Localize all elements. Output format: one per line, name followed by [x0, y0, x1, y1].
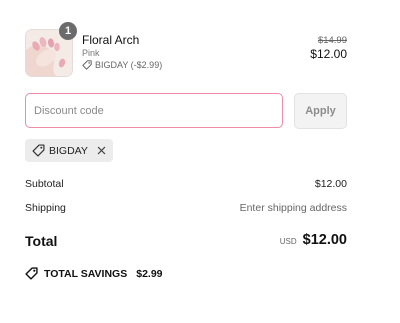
- shipping-label: Shipping: [25, 202, 66, 214]
- total-price: USD $12.00: [280, 232, 347, 248]
- shipping-value: Enter shipping address: [239, 202, 347, 214]
- subtotal-value: $12.00: [314, 178, 347, 190]
- subtotal-label: Subtotal: [25, 178, 64, 190]
- applied-discount-chip: BIGDAY: [25, 139, 113, 162]
- product-name: Floral Arch: [82, 33, 140, 47]
- total-label: Total: [25, 233, 58, 249]
- product-price: $12.00: [310, 47, 347, 61]
- product-variant: Pink: [82, 48, 100, 58]
- close-icon[interactable]: [97, 146, 106, 155]
- tag-icon: [25, 267, 38, 280]
- total-amount: $12.00: [302, 232, 347, 248]
- applied-code-label: BIGDAY: [49, 144, 88, 157]
- tag-icon: [82, 60, 92, 70]
- savings-label: TOTAL SAVINGS: [44, 267, 128, 280]
- product-discount: BIGDAY (-$2.99): [82, 60, 162, 70]
- total-savings: TOTAL SAVINGS $2.99: [25, 267, 163, 280]
- apply-button[interactable]: Apply: [294, 93, 347, 129]
- total-currency: USD: [279, 237, 297, 246]
- product-original-price: $14.99: [317, 35, 347, 46]
- savings-amount: $2.99: [136, 267, 163, 280]
- tag-icon: [32, 144, 45, 157]
- discount-code-input[interactable]: [25, 93, 283, 128]
- product-discount-text: BIGDAY (-$2.99): [95, 60, 163, 70]
- quantity-badge: 1: [59, 22, 77, 40]
